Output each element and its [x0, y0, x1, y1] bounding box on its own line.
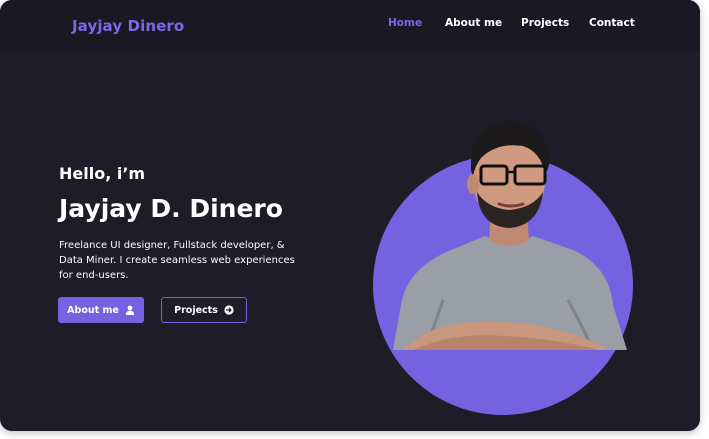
about-me-button[interactable]: About me	[58, 297, 144, 323]
projects-button[interactable]: Projects	[161, 297, 247, 323]
nav-link-home[interactable]: Home	[388, 17, 422, 29]
nav-link-projects[interactable]: Projects	[521, 17, 569, 29]
user-icon	[125, 305, 135, 315]
hero-description: Freelance UI designer, Fullstack develop…	[59, 240, 295, 281]
about-me-button-label: About me	[67, 304, 119, 316]
navbar: Jayjay Dinero Home About me Projects Con…	[0, 0, 700, 52]
hero-name: Jayjay D. Dinero	[59, 194, 283, 223]
projects-button-label: Projects	[174, 304, 218, 316]
brand-logo[interactable]: Jayjay Dinero	[72, 17, 184, 35]
page-frame: Jayjay Dinero Home About me Projects Con…	[0, 0, 700, 431]
hero-greeting: Hello, i’m	[59, 164, 146, 183]
nav-link-about[interactable]: About me	[445, 17, 502, 29]
nav-link-contact[interactable]: Contact	[589, 17, 635, 29]
profile-portrait	[373, 100, 633, 350]
arrow-circle-icon	[224, 305, 234, 315]
